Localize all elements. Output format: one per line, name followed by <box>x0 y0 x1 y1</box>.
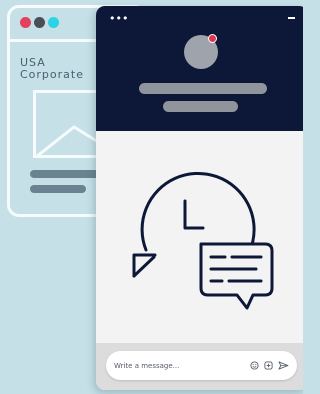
company-name: USA Corporate <box>20 56 84 81</box>
message-input-placeholder[interactable]: Write a message... <box>114 362 250 370</box>
window-controls <box>20 17 59 28</box>
chat-footer: Write a message... <box>96 343 303 390</box>
attachment-icon[interactable] <box>264 361 273 370</box>
text-placeholder-line <box>30 185 86 193</box>
screen: USA Corporate ••• Write a message... <box>0 0 303 394</box>
agent-name-placeholder <box>139 83 267 94</box>
chat-body <box>96 131 303 353</box>
emoji-icon[interactable] <box>250 361 259 370</box>
ellipsis-icon[interactable]: ••• <box>109 13 128 24</box>
input-actions <box>250 361 289 370</box>
send-icon[interactable] <box>278 361 289 370</box>
maximize-dot <box>48 17 59 28</box>
chat-header: ••• <box>96 6 303 131</box>
online-status-badge <box>208 34 217 43</box>
chat-history-icon <box>132 171 274 310</box>
message-input[interactable]: Write a message... <box>106 351 297 380</box>
minimize-icon[interactable] <box>288 17 295 19</box>
chat-widget: ••• Write a message... <box>96 6 303 390</box>
close-dot <box>20 17 31 28</box>
agent-title-placeholder <box>163 101 238 112</box>
minimize-dot <box>34 17 45 28</box>
